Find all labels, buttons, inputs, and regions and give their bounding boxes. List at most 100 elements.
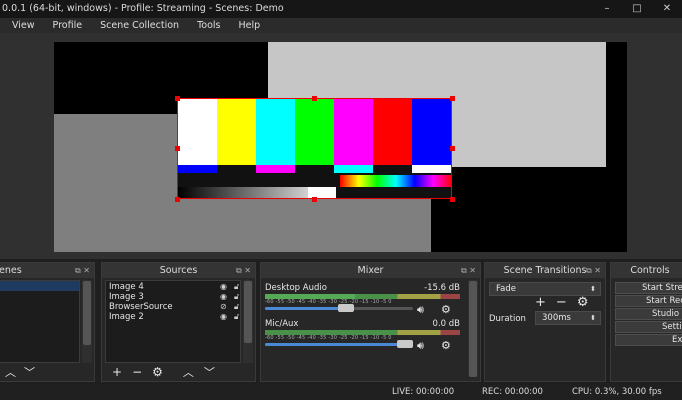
maximize-button[interactable]: □ [622, 0, 652, 18]
window-controls: – □ ✕ [592, 0, 682, 18]
eye-icon[interactable]: ◉ [220, 312, 227, 322]
menu-profile[interactable]: Profile [44, 20, 92, 31]
source-properties-gear-icon[interactable]: ⚙ [152, 365, 163, 379]
scene-transitions-dock: Scene Transitions ⧉ ✕ Fade ⬍ + − ⚙ Durat… [484, 262, 606, 382]
transition-select[interactable]: Fade ⬍ [489, 282, 601, 296]
scenes-scrollbar[interactable] [82, 280, 92, 363]
preview-canvas[interactable] [54, 42, 627, 252]
close-button[interactable]: ✕ [652, 0, 682, 18]
slider-fill [265, 307, 346, 310]
resize-handle-bl[interactable] [175, 197, 180, 202]
start-recording-button[interactable]: Start Rec [615, 295, 682, 307]
scrollbar-thumb[interactable] [83, 281, 91, 345]
channel-db: -15.6 dB [424, 283, 460, 293]
speaker-icon[interactable]: 🔊︎ [417, 339, 424, 353]
color-bars-middle [178, 165, 451, 173]
resize-handle-b[interactable] [312, 197, 317, 202]
channel-db: 0.0 dB [432, 319, 460, 329]
remove-transition-button[interactable]: − [556, 295, 567, 310]
resize-handle-l[interactable] [175, 146, 180, 151]
meter-ticks: -60 -55 -50 -45 -40 -35 -30 -25 -20 -15 … [265, 335, 392, 341]
duration-label: Duration [489, 314, 526, 324]
volume-slider[interactable] [265, 304, 413, 312]
color-bars-source-selected[interactable] [177, 98, 452, 199]
scrollbar-thumb[interactable] [244, 281, 252, 343]
slider-knob[interactable] [338, 304, 354, 312]
mixer-channel-desktop-audio: Desktop Audio -15.6 dB -60 -55 -50 -45 -… [265, 283, 460, 319]
dock-buttons[interactable]: ⧉ ✕ [461, 263, 476, 278]
channel-name: Mic/Aux [265, 319, 299, 329]
lock-icon[interactable]: 🔓︎ [234, 312, 239, 322]
transition-toolbar: + − ⚙ [535, 295, 588, 310]
duration-spinbox[interactable]: 300ms ⬍ [535, 311, 601, 325]
rec-status: REC: 00:00:00 [482, 387, 543, 397]
remove-source-button[interactable]: − [132, 365, 142, 379]
sources-toolbar: + − ⚙ ︿ ﹀ [112, 365, 215, 379]
source-item[interactable]: Image 3 ◉ 🔓︎ [106, 292, 240, 302]
spinner-arrows-icon: ⬍ [590, 314, 596, 322]
resize-handle-t[interactable] [312, 96, 317, 101]
minimize-button[interactable]: – [592, 0, 622, 18]
scenes-toolbar: ︿ ﹀ [5, 365, 35, 379]
lock-icon[interactable]: 🔓︎ [234, 292, 239, 302]
cpu-status: CPU: 0.3%, 30.00 fps [572, 387, 662, 397]
live-status: LIVE: 00:00:00 [392, 387, 455, 397]
dock-buttons[interactable]: ⧉ ✕ [75, 263, 90, 278]
move-down-button[interactable]: ﹀ [24, 364, 35, 380]
menu-view[interactable]: View [0, 20, 44, 31]
resize-handle-tr[interactable] [450, 96, 455, 101]
scenes-dock: enes ⧉ ✕ ︿ ﹀ [0, 262, 95, 382]
exit-button[interactable]: Exit [615, 334, 682, 346]
resize-handle-br[interactable] [450, 197, 455, 202]
resize-handle-tl[interactable] [175, 96, 180, 101]
mixer-dock-title: Mixer ⧉ ✕ [261, 263, 480, 278]
resize-handle-r[interactable] [450, 146, 455, 151]
slider-knob[interactable] [397, 340, 413, 348]
volume-slider[interactable] [265, 340, 413, 348]
scenes-dock-title: enes ⧉ ✕ [0, 263, 94, 278]
sources-scrollbar[interactable] [243, 280, 253, 363]
menu-tools[interactable]: Tools [188, 20, 229, 31]
studio-mode-button[interactable]: Studio M [615, 308, 682, 320]
speaker-icon[interactable]: 🔊︎ [417, 303, 424, 317]
eye-icon[interactable]: ◉ [220, 282, 227, 292]
scrollbar-thumb[interactable] [469, 281, 477, 377]
eye-slash-icon[interactable]: ⊘ [220, 302, 227, 312]
eye-icon[interactable]: ◉ [220, 292, 227, 302]
transition-properties-gear-icon[interactable]: ⚙ [577, 295, 589, 310]
source-image-black-strip [606, 42, 627, 167]
source-item[interactable]: Image 4 ◉ 🔓︎ [106, 282, 240, 292]
scenes-list[interactable] [0, 280, 80, 363]
dock-buttons[interactable]: ⧉ ✕ [236, 263, 251, 278]
source-image-black-bottom-right[interactable] [431, 167, 627, 252]
move-up-button[interactable]: ︿ [5, 364, 16, 380]
window-title: 0.0.1 (64-bit, windows) - Profile: Strea… [2, 3, 284, 14]
scene-item-selected[interactable] [0, 281, 79, 291]
slider-fill [265, 343, 405, 346]
lock-icon[interactable]: 🔓︎ [234, 302, 239, 312]
menu-scene-collection[interactable]: Scene Collection [91, 20, 188, 31]
add-transition-button[interactable]: + [535, 295, 546, 310]
meter-ticks: -60 -55 -50 -45 -40 -35 -30 -25 -20 -15 … [265, 299, 392, 305]
start-streaming-button[interactable]: Start Stre [615, 282, 682, 294]
move-down-button[interactable]: ﹀ [204, 364, 215, 380]
add-source-button[interactable]: + [112, 365, 122, 379]
window-title-bar: 0.0.1 (64-bit, windows) - Profile: Strea… [0, 0, 682, 18]
gear-icon[interactable]: ⚙ [441, 339, 451, 352]
controls-dock: Controls Start Stre Start Rec Studio M S… [610, 262, 682, 382]
status-bar: LIVE: 00:00:00 REC: 00:00:00 CPU: 0.3%, … [0, 385, 682, 400]
color-bars-rainbow [340, 175, 451, 187]
source-item[interactable]: BrowserSource ⊘ 🔓︎ [106, 302, 240, 312]
channel-name: Desktop Audio [265, 283, 327, 293]
menu-help[interactable]: Help [229, 20, 269, 31]
spinner-arrows-icon: ⬍ [590, 285, 596, 293]
dock-buttons[interactable]: ⧉ ✕ [586, 263, 601, 278]
settings-button[interactable]: Settin [615, 321, 682, 333]
source-item[interactable]: Image 2 ◉ 🔓︎ [106, 312, 240, 322]
sources-list[interactable]: Image 4 ◉ 🔓︎ Image 3 ◉ 🔓︎ BrowserSource … [105, 280, 241, 363]
gear-icon[interactable]: ⚙ [441, 303, 451, 316]
mixer-scrollbar[interactable] [468, 280, 478, 377]
lock-icon[interactable]: 🔓︎ [234, 282, 239, 292]
move-up-button[interactable]: ︿ [183, 364, 194, 380]
transitions-dock-title: Scene Transitions ⧉ ✕ [485, 263, 605, 278]
